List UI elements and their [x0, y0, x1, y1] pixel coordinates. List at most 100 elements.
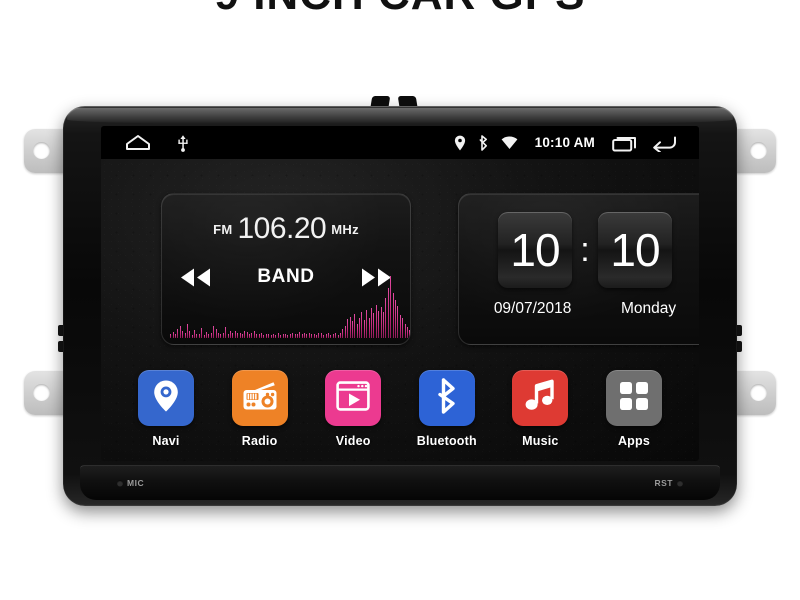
spectrum-bar	[219, 334, 221, 338]
spectrum-bar	[377, 310, 379, 338]
spectrum-bar	[221, 331, 223, 338]
spectrum-bar	[369, 317, 371, 338]
spectrum-bar	[218, 333, 219, 338]
product-photo-canvas: 9 INCH CAR GPS	[0, 0, 800, 600]
spectrum-bar	[231, 333, 233, 338]
app-navi[interactable]: Navi	[127, 370, 205, 448]
app-grid-icon	[619, 381, 649, 416]
spectrum-bar	[180, 325, 182, 338]
spectrum-bar	[182, 330, 183, 338]
spectrum-bar	[175, 334, 176, 338]
spectrum-bar	[245, 333, 247, 338]
spectrum-bar	[341, 328, 343, 338]
spectrum-bar	[247, 332, 249, 338]
spectrum-bar	[204, 334, 206, 338]
spectrum-bar	[290, 334, 292, 338]
app-music[interactable]: Music	[501, 370, 579, 448]
bluetooth-icon	[435, 377, 459, 419]
app-tile-apps[interactable]	[605, 370, 662, 426]
spectrum-bar	[257, 332, 259, 338]
spectrum-bar	[328, 333, 329, 338]
app-tile-music[interactable]	[512, 370, 569, 426]
radio-widget[interactable]: FM 106.20 MHz BAND	[161, 193, 411, 345]
spectrum-bar	[321, 333, 322, 338]
app-label-bluetooth: Bluetooth	[416, 434, 477, 448]
spectrum-bar	[238, 329, 240, 338]
spectrum-bar	[185, 333, 187, 338]
app-tile-video[interactable]	[325, 370, 382, 426]
spectrum-bar	[384, 298, 386, 338]
spectrum-bar	[286, 334, 288, 338]
app-tile-navi[interactable]	[138, 370, 194, 426]
app-bluetooth[interactable]: Bluetooth	[408, 370, 486, 448]
spectrum-bar	[200, 328, 202, 338]
spectrum-bar	[372, 313, 374, 338]
app-tile-radio[interactable]	[231, 370, 288, 426]
spectrum-bar	[343, 322, 345, 338]
bluetooth-icon	[478, 134, 489, 151]
flip-clock: 10 : 10	[459, 212, 699, 288]
spectrum-bar	[364, 319, 365, 338]
app-label-music: Music	[522, 434, 559, 448]
audio-spectrum-visualizer	[170, 276, 410, 338]
spectrum-bar	[309, 333, 310, 338]
spectrum-bar	[405, 324, 407, 338]
spectrum-bar	[386, 280, 388, 338]
app-label-navi: Navi	[152, 434, 180, 448]
back-icon[interactable]	[651, 134, 677, 152]
clock-widget[interactable]: 10 : 10 09/07/2018 Monday	[458, 193, 699, 345]
mic-pinhole-icon	[117, 480, 123, 486]
recents-icon[interactable]	[612, 134, 639, 152]
spectrum-bar	[199, 334, 200, 338]
spectrum-bar	[314, 333, 316, 338]
spectrum-bar	[293, 334, 295, 338]
spectrum-bar	[319, 334, 321, 338]
spectrum-bar	[254, 331, 255, 338]
spectrum-bar	[209, 330, 211, 338]
microphone-port: MIC	[117, 478, 144, 488]
clock-date-row: 09/07/2018 Monday	[469, 300, 699, 318]
app-label-video: Video	[335, 434, 371, 448]
spectrum-bar	[269, 333, 271, 338]
spectrum-bar	[400, 314, 402, 338]
map-pin-icon	[151, 379, 181, 418]
spectrum-bar	[357, 323, 359, 338]
spectrum-bar	[300, 333, 302, 338]
android-status-bar: 10:10 AM	[101, 126, 699, 159]
app-apps[interactable]: Apps	[595, 370, 673, 448]
spectrum-bar	[395, 299, 396, 338]
touchscreen-display[interactable]: 10:10 AM FM 106.20 MHz BAND 10: 10 09/0…	[101, 126, 699, 461]
spectrum-bar	[283, 334, 285, 338]
app-tile-bluetooth[interactable]	[418, 370, 475, 426]
spectrum-bar	[214, 331, 216, 338]
clock-separator: :	[580, 230, 590, 269]
spectrum-bar	[391, 285, 393, 338]
spectrum-bar	[355, 319, 357, 338]
spectrum-bar	[408, 329, 410, 338]
spectrum-bar	[359, 318, 360, 338]
app-video[interactable]: Video	[314, 370, 392, 448]
spectrum-bar	[266, 333, 267, 338]
spectrum-bar	[402, 318, 403, 338]
location-pin-icon	[454, 135, 466, 151]
home-icon[interactable]	[125, 134, 151, 151]
spectrum-bar	[273, 333, 274, 338]
spectrum-bar	[295, 333, 297, 338]
spectrum-bar	[393, 293, 395, 338]
spectrum-bar	[297, 334, 298, 338]
spectrum-bar	[170, 333, 171, 338]
app-radio[interactable]: Radio	[221, 370, 299, 448]
spectrum-bar	[197, 331, 199, 338]
spectrum-bar	[242, 334, 243, 338]
spectrum-bar	[329, 334, 331, 338]
spectrum-bar	[335, 332, 336, 338]
spectrum-bar	[223, 333, 224, 338]
spectrum-bar	[403, 321, 405, 338]
spectrum-bar	[326, 334, 328, 338]
spectrum-bar	[259, 334, 261, 338]
spectrum-bar	[225, 327, 226, 338]
spectrum-bar	[310, 334, 312, 338]
spectrum-bar	[176, 328, 178, 338]
reset-pinhole-icon[interactable]	[677, 480, 683, 486]
spectrum-bar	[262, 334, 264, 338]
